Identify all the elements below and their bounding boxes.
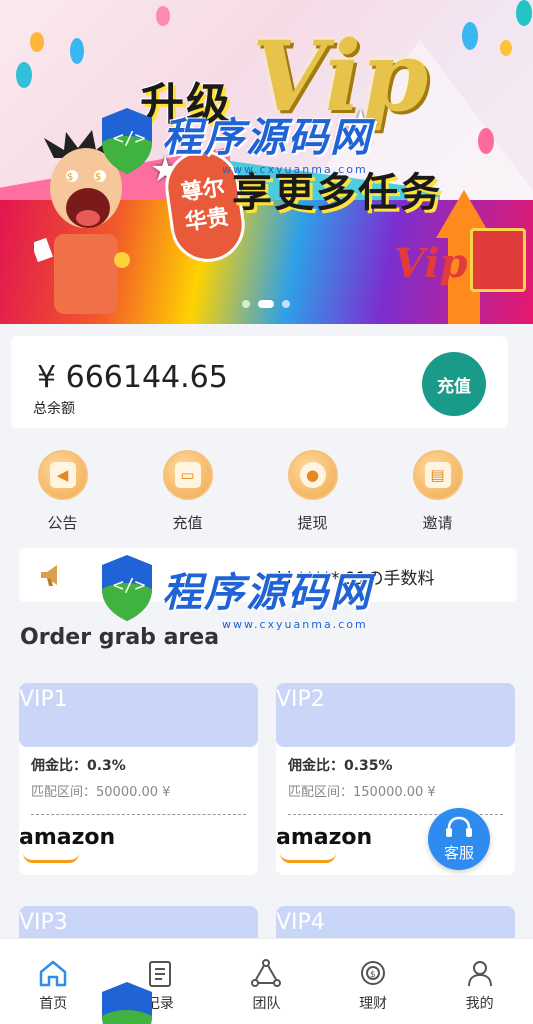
vip-name: VIP2 bbox=[276, 687, 325, 712]
watermark-url: www.cxyuanma.com bbox=[222, 618, 368, 631]
tab-label: 我的 bbox=[465, 996, 494, 1012]
headset-icon bbox=[446, 816, 472, 837]
home-icon bbox=[40, 960, 67, 987]
vip-card[interactable]: VIP1 佣金比：0.3% 匹配区间：50000.00 ¥ amazon bbox=[19, 683, 258, 875]
balloon-icon bbox=[70, 38, 84, 64]
carousel-dot[interactable] bbox=[282, 300, 290, 308]
action-recharge[interactable]: ▭ 充值 bbox=[125, 450, 250, 538]
vip-range: 匹配区间：150000.00 ¥ bbox=[288, 785, 436, 800]
svg-text:$: $ bbox=[67, 172, 73, 183]
amazon-logo: amazon bbox=[19, 825, 258, 863]
finance-icon: $ bbox=[361, 961, 386, 985]
vip-name: VIP4 bbox=[276, 910, 325, 935]
tab-label: 团队 bbox=[252, 996, 281, 1012]
balance-label: 总余额 bbox=[33, 401, 75, 417]
wallet-icon: ▭ bbox=[162, 450, 213, 500]
banner-headline: 升级 bbox=[140, 79, 232, 130]
badge-line: 华贵 bbox=[183, 204, 231, 236]
customer-service-button[interactable]: 客服 bbox=[428, 808, 490, 870]
balloon-icon bbox=[30, 32, 44, 52]
action-withdraw[interactable]: ● 提现 bbox=[250, 450, 375, 538]
divider bbox=[31, 814, 246, 815]
quick-actions: ◀ 公告 ▭ 充值 ● 提现 ▤ 邀请 bbox=[0, 450, 533, 538]
balance-amount: ¥ 666144.65 bbox=[37, 360, 228, 395]
tab-label: 首页 bbox=[39, 996, 68, 1012]
amazon-smile-icon bbox=[23, 853, 79, 863]
banner-subline: 享更多任务 bbox=[232, 170, 442, 216]
tab-records[interactable]: 记录 bbox=[107, 939, 214, 1024]
vip-rate: 佣金比：0.3% bbox=[31, 758, 126, 774]
carousel-dot[interactable] bbox=[242, 300, 250, 308]
carousel-dot[interactable] bbox=[258, 300, 274, 308]
vip-card-header: VIP2 bbox=[276, 683, 515, 747]
action-invite[interactable]: ▤ 邀请 bbox=[375, 450, 500, 538]
balance-card: ¥ 666144.65 总余额 充值 bbox=[11, 336, 508, 428]
notice-bar[interactable]: kj ***** 91の手数料 bbox=[19, 548, 517, 602]
brand-name: amazon bbox=[276, 825, 373, 850]
team-icon bbox=[251, 959, 282, 987]
profile-icon bbox=[467, 961, 492, 987]
atm-icon: ▤ bbox=[412, 450, 463, 500]
promo-banner[interactable]: $ $ Vip 升级 ★ ★ 尊尔 华贵 享更多任务 Vip bbox=[0, 0, 533, 324]
svg-text:$: $ bbox=[370, 970, 376, 980]
action-announcement[interactable]: ◀ 公告 bbox=[0, 450, 125, 538]
balloon-icon bbox=[462, 22, 478, 50]
tab-profile[interactable]: 我的 bbox=[426, 939, 533, 1024]
amazon-smile-icon bbox=[280, 853, 336, 863]
coin-icon: ● bbox=[287, 450, 338, 500]
vip-card-header: VIP1 bbox=[19, 683, 258, 747]
tab-team[interactable]: 团队 bbox=[213, 939, 320, 1024]
brand-name: amazon bbox=[19, 825, 116, 850]
balloon-icon bbox=[16, 62, 32, 88]
action-label: 提现 bbox=[297, 514, 328, 532]
carousel-dots bbox=[242, 300, 290, 308]
balloon-icon bbox=[478, 128, 494, 154]
cartoon-man-illustration: $ $ bbox=[34, 130, 130, 314]
megaphone-icon: ◀ bbox=[37, 450, 88, 500]
section-title: Order grab area bbox=[20, 625, 220, 650]
record-icon bbox=[148, 961, 171, 987]
action-label: 公告 bbox=[47, 514, 78, 532]
tab-label: 记录 bbox=[145, 996, 174, 1012]
vip-name: VIP1 bbox=[19, 687, 68, 712]
tab-finance[interactable]: $ 理财 bbox=[320, 939, 427, 1024]
vip-rate: 佣金比：0.35% bbox=[288, 758, 393, 774]
tab-home[interactable]: 首页 bbox=[0, 939, 107, 1024]
balloon-icon bbox=[156, 6, 170, 26]
recharge-button[interactable]: 充值 bbox=[422, 352, 486, 416]
vip-name: VIP3 bbox=[19, 910, 68, 935]
balloon-icon bbox=[500, 40, 512, 56]
svg-text:$: $ bbox=[95, 172, 101, 183]
vip-range: 匹配区间：50000.00 ¥ bbox=[31, 785, 171, 800]
tab-label: 理财 bbox=[359, 996, 388, 1012]
action-label: 充值 bbox=[172, 514, 203, 532]
balloon-icon bbox=[516, 0, 532, 26]
banner-corner-vip: Vip bbox=[394, 240, 468, 287]
customer-service-label: 客服 bbox=[443, 843, 474, 862]
gift-icon bbox=[470, 228, 526, 292]
action-label: 邀请 bbox=[422, 514, 453, 532]
star-icon: ★ bbox=[340, 100, 382, 154]
notice-message: kj ***** 91の手数料 bbox=[277, 569, 435, 589]
bottom-tab-bar: 首页 记录 团队 $ 理财 我的 bbox=[0, 938, 533, 1024]
speaker-icon bbox=[41, 565, 57, 586]
